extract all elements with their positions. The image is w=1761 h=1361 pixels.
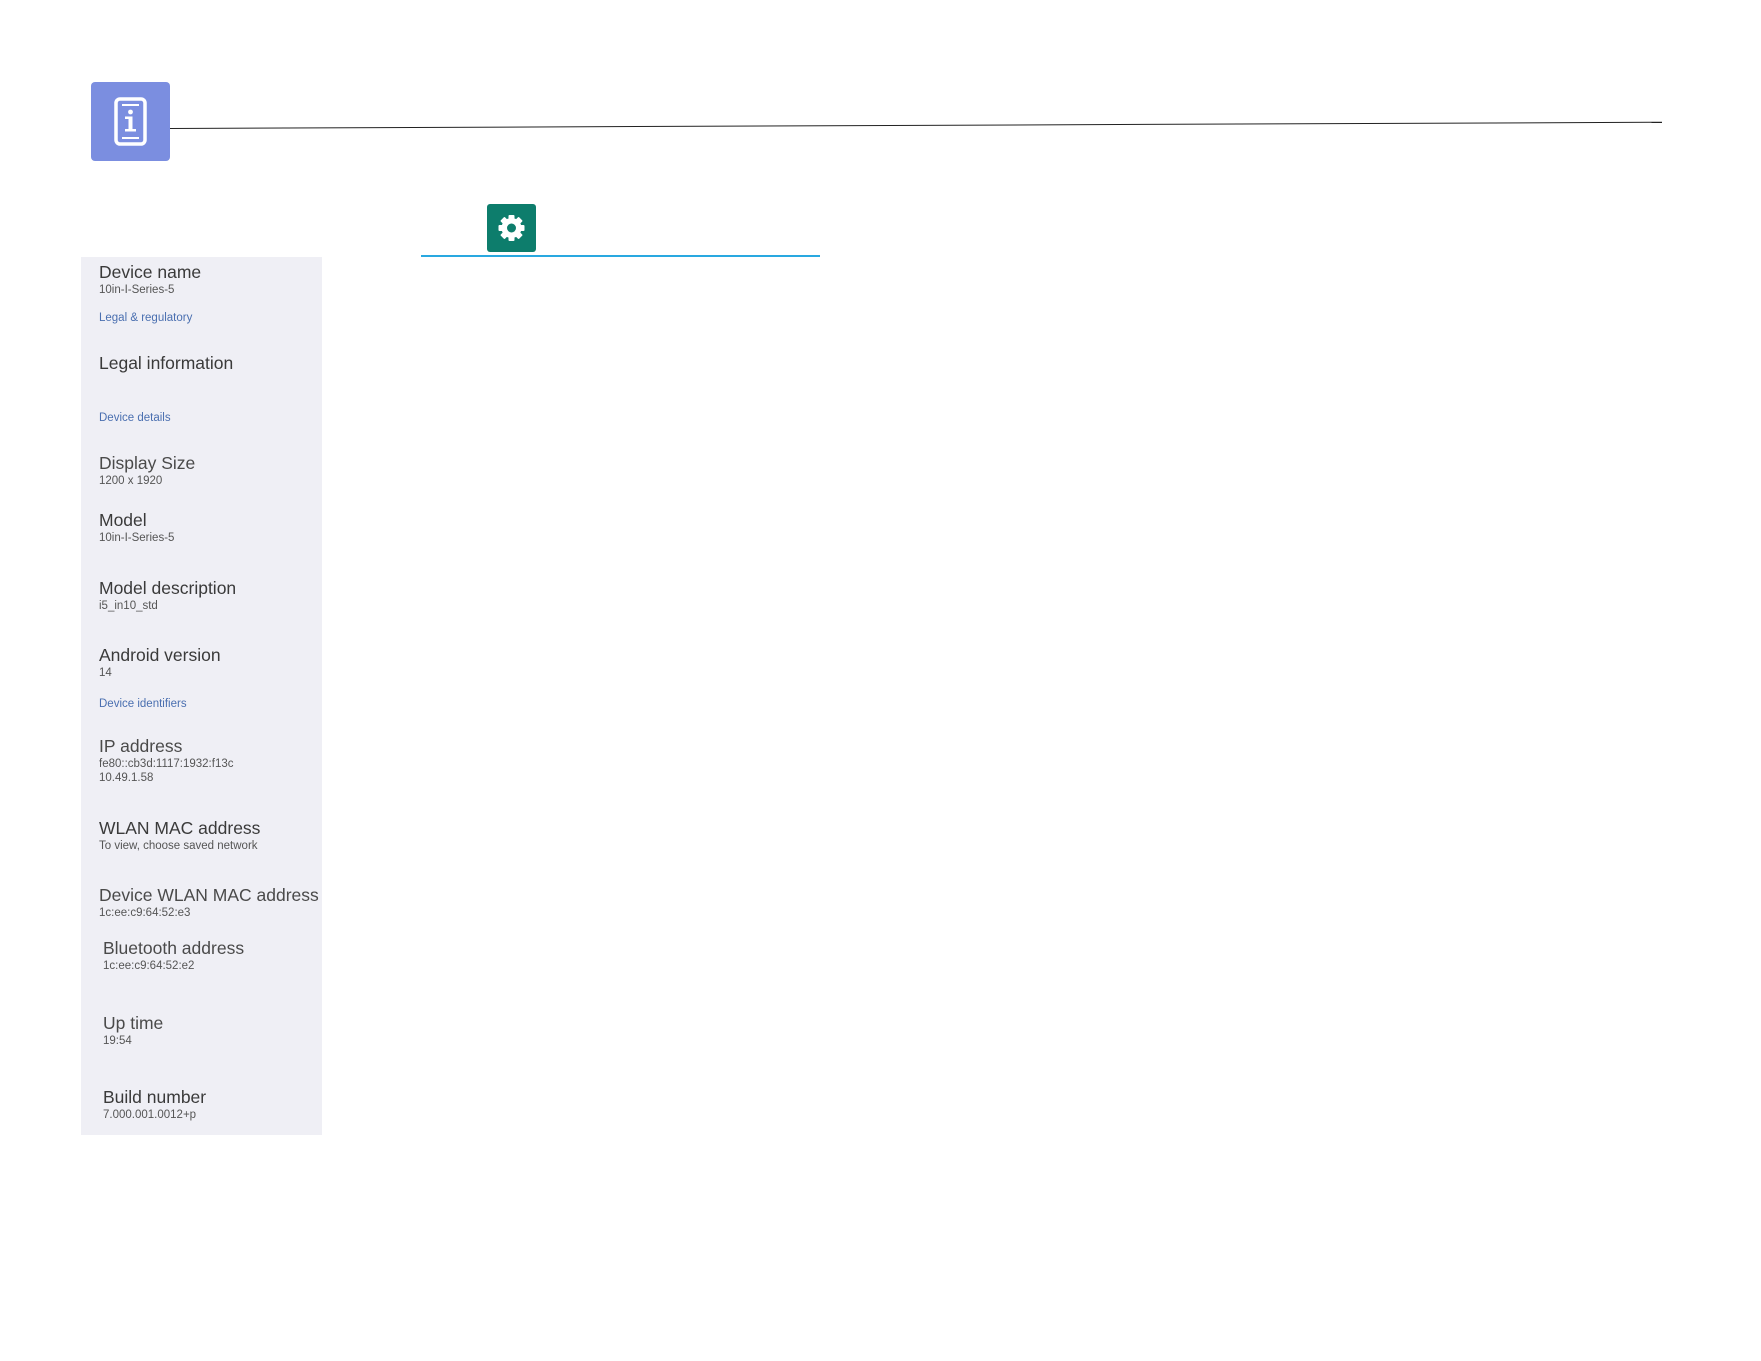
ip-address-item[interactable]: IP address fe80::cb3d:1117:1932:f13c 10.… [99, 735, 234, 785]
gear-icon [487, 204, 536, 252]
bluetooth-address-item[interactable]: Bluetooth address 1c:ee:c9:64:52:e2 [103, 937, 244, 973]
wlan-mac-title: WLAN MAC address [99, 818, 261, 838]
model-title: Model [99, 510, 147, 530]
up-time-value: 19:54 [103, 1035, 132, 1047]
android-version-item[interactable]: Android version 14 [99, 644, 221, 680]
device-wlan-mac-title: Device WLAN MAC address [99, 885, 319, 905]
wlan-mac-item[interactable]: WLAN MAC address To view, choose saved n… [99, 817, 260, 853]
bluetooth-address-value: 1c:ee:c9:64:52:e2 [103, 960, 195, 972]
display-size-item[interactable]: Display Size 1200 x 1920 [99, 452, 195, 488]
wlan-mac-value: To view, choose saved network [99, 840, 258, 852]
device-name-title: Device name [99, 262, 202, 282]
legal-regulatory-header: Legal & regulatory [99, 312, 193, 324]
legal-information-title: Legal information [99, 353, 234, 373]
device-info-icon [91, 82, 170, 161]
android-version-title: Android version [99, 645, 221, 665]
device-name-item[interactable]: Device name 10in-I-Series-5 [99, 261, 201, 297]
ip-address-value-2: 10.49.1.58 [99, 772, 154, 784]
legal-information-item[interactable]: Legal information [99, 352, 233, 374]
device-details-header: Device details [99, 412, 171, 424]
build-number-title: Build number [103, 1087, 207, 1107]
model-item[interactable]: Model 10in-I-Series-5 [99, 509, 174, 545]
model-description-title: Model description [99, 578, 237, 598]
model-description-item[interactable]: Model description i5_in10_std [99, 577, 236, 613]
device-identifiers-header: Device identifiers [99, 698, 187, 710]
up-time-item[interactable]: Up time 19:54 [103, 1012, 163, 1048]
model-description-value: i5_in10_std [99, 600, 158, 612]
about-device-panel: Device name 10in-I-Series-5 Legal & regu… [81, 257, 322, 1135]
ip-address-value-1: fe80::cb3d:1117:1932:f13c [99, 758, 234, 770]
display-size-value: 1200 x 1920 [99, 475, 163, 487]
settings-underline [421, 255, 820, 257]
up-time-title: Up time [103, 1013, 164, 1033]
device-wlan-mac-value: 1c:ee:c9:64:52:e3 [99, 907, 191, 919]
header-divider [169, 121, 1662, 129]
build-number-value: 7.000.001.0012+p [103, 1109, 197, 1121]
display-size-title: Display Size [99, 453, 196, 473]
bluetooth-address-title: Bluetooth address [103, 938, 245, 958]
ip-address-title: IP address [99, 736, 183, 756]
build-number-item[interactable]: Build number 7.000.001.0012+p [103, 1086, 206, 1122]
device-wlan-mac-item[interactable]: Device WLAN MAC address 1c:ee:c9:64:52:e… [99, 884, 319, 920]
device-name-value: 10in-I-Series-5 [99, 284, 175, 296]
model-value: 10in-I-Series-5 [99, 532, 175, 544]
android-version-value: 14 [99, 667, 112, 679]
